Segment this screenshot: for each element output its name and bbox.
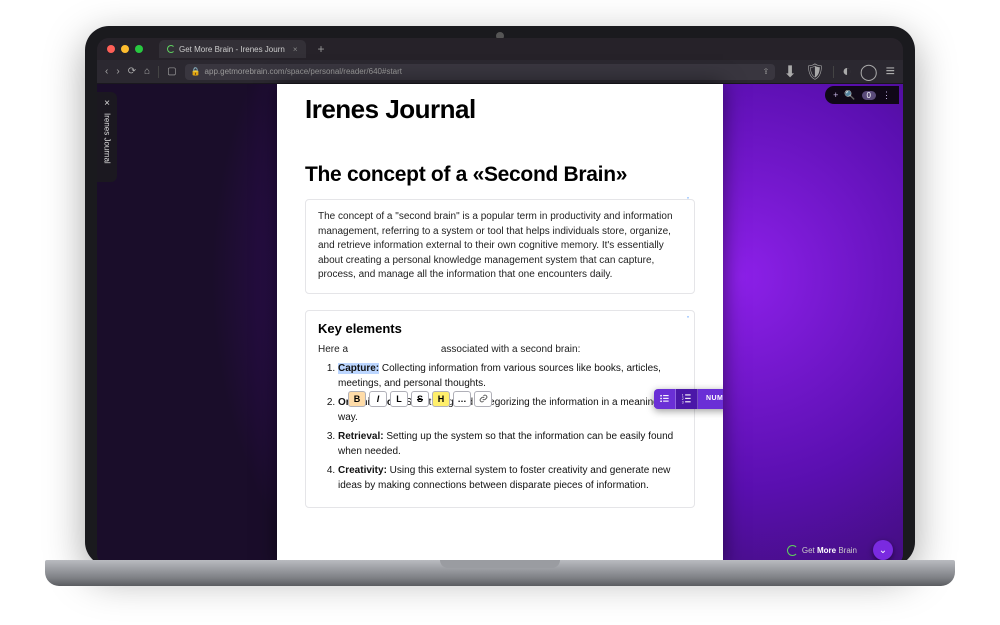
laptop-base xyxy=(45,560,955,586)
document-page: Irenes Journal The concept of a «Second … xyxy=(277,84,723,566)
more-icon[interactable]: ⋮ xyxy=(882,90,891,101)
browser-toolbar: ‹ › ⟳ ⌂ ▢ 🔒 app.getmorebrain.com/space/p… xyxy=(97,60,903,84)
scroll-down-fab[interactable]: ⌄ xyxy=(873,540,893,560)
section-heading: The concept of a «Second Brain» xyxy=(305,163,695,187)
more-format-button[interactable]: … xyxy=(453,391,471,407)
list-item[interactable]: Capture: Collecting information from var… xyxy=(338,361,682,391)
key-elements-card[interactable]: · Key elements Here a re the key element… xyxy=(305,310,695,508)
brand-footer[interactable]: Get More Brain xyxy=(787,545,857,556)
menu-icon[interactable]: ≡ xyxy=(886,63,895,81)
workspace-tools: + 🔍 0 ⋮ xyxy=(825,86,899,104)
tab-favicon xyxy=(167,45,175,53)
lock-icon: 🔒 xyxy=(191,67,201,76)
maximize-window-button[interactable] xyxy=(135,45,143,53)
key-elements-heading: Key elements xyxy=(318,321,682,336)
address-bar[interactable]: 🔒 app.getmorebrain.com/space/personal/re… xyxy=(185,64,776,80)
window-titlebar: Get More Brain - Irenes Journ × + xyxy=(97,38,903,60)
reload-button[interactable]: ⟳ xyxy=(128,66,136,77)
list-item[interactable]: Retrieval: Setting up the system so that… xyxy=(338,429,682,459)
forward-button[interactable]: › xyxy=(116,66,119,77)
bulleted-list-button[interactable] xyxy=(654,389,676,409)
svg-text:3: 3 xyxy=(682,400,684,404)
key-elements-list: Capture: Collecting information from var… xyxy=(318,361,682,493)
close-window-button[interactable] xyxy=(107,45,115,53)
numbered-list-button[interactable]: 123 xyxy=(676,389,698,409)
block-handle-icon[interactable]: · xyxy=(686,190,690,204)
link-icon xyxy=(479,394,488,403)
share-icon[interactable]: ⇪ xyxy=(763,67,770,76)
side-tab-label: Irenes Journal xyxy=(103,113,112,164)
block-handle-icon[interactable]: · xyxy=(686,309,690,323)
numbered-list-icon: 123 xyxy=(681,393,692,404)
chevron-down-icon: ⌄ xyxy=(879,545,887,556)
tab-title: Get More Brain - Irenes Journ xyxy=(179,45,285,54)
intro-card[interactable]: · The concept of a "second brain" is a p… xyxy=(305,199,695,294)
formatting-toolbar: B I L S H … xyxy=(348,391,492,407)
intro-paragraph: The concept of a "second brain" is a pop… xyxy=(318,210,682,283)
divider xyxy=(158,66,159,78)
shield-icon[interactable]: 🛡 xyxy=(805,62,825,82)
divider xyxy=(833,66,834,78)
close-icon[interactable]: × xyxy=(104,98,110,109)
tab-close-icon[interactable]: × xyxy=(293,45,298,54)
notification-badge[interactable]: 0 xyxy=(862,91,876,100)
page-title: Irenes Journal xyxy=(305,94,695,125)
extension-icon[interactable]: ◐ xyxy=(842,63,852,81)
side-panel-tab[interactable]: × Irenes Journal xyxy=(97,92,117,182)
minimize-window-button[interactable] xyxy=(121,45,129,53)
link-button[interactable] xyxy=(474,391,492,407)
laptop-frame: Get More Brain - Irenes Journ × + ‹ › ⟳ … xyxy=(85,26,915,566)
search-icon[interactable]: 🔍 xyxy=(844,90,855,101)
brand-logo-icon xyxy=(787,545,798,556)
screen: Get More Brain - Irenes Journ × + ‹ › ⟳ … xyxy=(97,38,903,566)
app-viewport: × Irenes Journal + 🔍 0 ⋮ Irenes Journal … xyxy=(97,84,903,566)
bold-button[interactable]: B xyxy=(348,391,366,407)
new-tab-button[interactable]: + xyxy=(318,42,325,56)
browser-tab[interactable]: Get More Brain - Irenes Journ × xyxy=(159,40,306,58)
profile-icon[interactable]: ◯ xyxy=(860,62,878,82)
italic-button[interactable]: I xyxy=(369,391,387,407)
bullet-list-icon xyxy=(659,393,670,404)
key-intro-line: Here a re the key elements associated wi… xyxy=(318,344,682,355)
back-button[interactable]: ‹ xyxy=(105,66,108,77)
url-text: app.getmorebrain.com/space/personal/read… xyxy=(205,67,402,76)
bookmark-icon[interactable]: ▢ xyxy=(167,66,176,77)
highlight-button[interactable]: H xyxy=(432,391,450,407)
list-type-popover: 123 NUMBERED LIST xyxy=(654,389,723,409)
add-icon[interactable]: + xyxy=(833,90,838,100)
download-icon[interactable]: ⬇ xyxy=(783,62,796,82)
list-item[interactable]: Creativity: Using this external system t… xyxy=(338,463,682,493)
list-tooltip-label: NUMBERED LIST xyxy=(698,395,723,402)
light-button[interactable]: L xyxy=(390,391,408,407)
home-button[interactable]: ⌂ xyxy=(144,66,150,77)
strike-button[interactable]: S xyxy=(411,391,429,407)
